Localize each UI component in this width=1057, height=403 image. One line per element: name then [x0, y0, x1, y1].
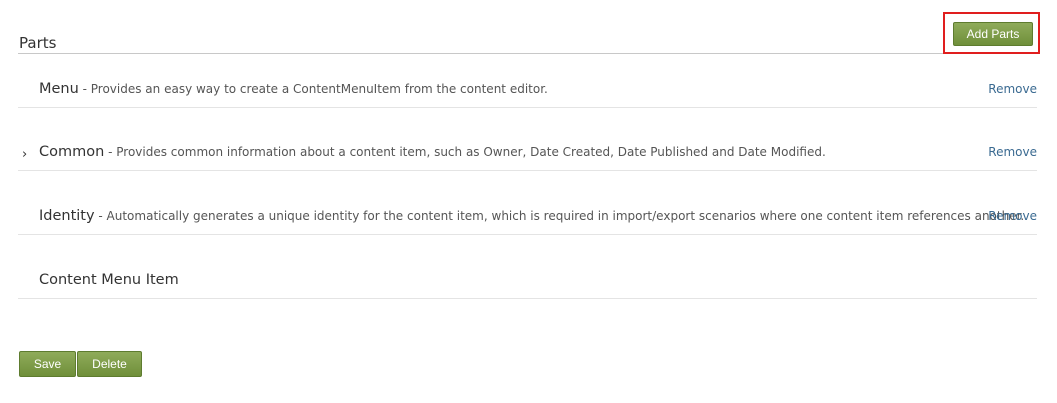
content-type-editor: Parts Add Parts Menu - Provides an easy … — [0, 0, 1057, 403]
expand-chevron-icon[interactable]: › — [22, 147, 32, 162]
part-row-content-menu-item: Content Menu Item — [18, 267, 1037, 299]
part-name: Common — [39, 144, 105, 160]
remove-part-link[interactable]: Remove — [988, 209, 1037, 223]
part-name: Identity — [39, 208, 95, 224]
part-description: - Automatically generates a unique ident… — [94, 209, 1025, 223]
part-header: Common - Provides common information abo… — [39, 144, 826, 160]
parts-section-title: Parts — [19, 34, 57, 52]
add-parts-button[interactable]: Add Parts — [953, 22, 1033, 46]
part-row-identity: Identity - Automatically generates a uni… — [18, 203, 1037, 235]
form-actions: Save Delete — [19, 351, 142, 377]
part-name: Content Menu Item — [39, 272, 179, 288]
part-header: Content Menu Item — [39, 272, 179, 288]
part-header: Menu - Provides an easy way to create a … — [39, 81, 548, 97]
remove-part-link[interactable]: Remove — [988, 145, 1037, 159]
delete-button[interactable]: Delete — [77, 351, 142, 377]
part-description: - Provides common information about a co… — [104, 145, 826, 159]
part-row-common: › Common - Provides common information a… — [18, 139, 1037, 171]
save-button[interactable]: Save — [19, 351, 76, 377]
part-header: Identity - Automatically generates a uni… — [39, 208, 1024, 224]
section-divider — [18, 53, 1037, 54]
part-row-menu: Menu - Provides an easy way to create a … — [18, 76, 1037, 108]
add-parts-highlight: Add Parts — [943, 12, 1040, 54]
remove-part-link[interactable]: Remove — [988, 82, 1037, 96]
part-description: - Provides an easy way to create a Conte… — [78, 82, 548, 96]
part-name: Menu — [39, 81, 79, 97]
